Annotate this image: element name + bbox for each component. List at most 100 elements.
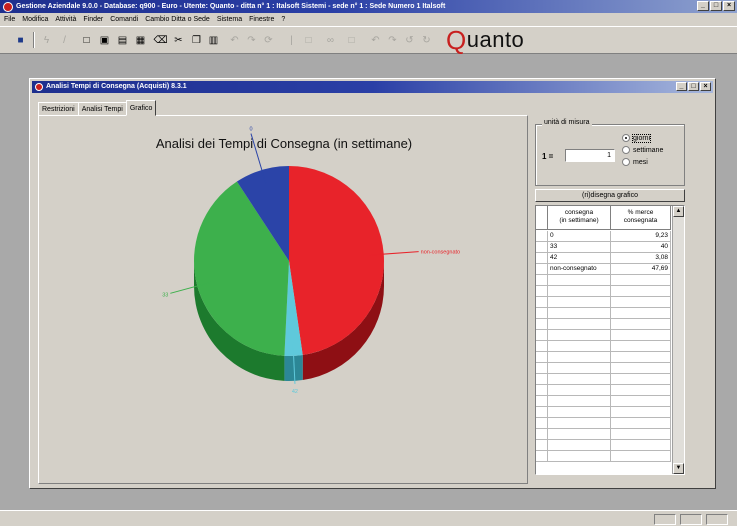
undo-icon[interactable]: ↶ xyxy=(228,34,241,47)
child-close-button[interactable]: × xyxy=(700,82,711,91)
cell-percent[interactable] xyxy=(611,363,671,374)
table-row[interactable]: non-consegnato 47,69 xyxy=(536,264,671,275)
radio-mesi[interactable]: mesi xyxy=(622,158,648,166)
table-row[interactable] xyxy=(536,407,671,418)
cell-consegna[interactable] xyxy=(548,418,611,429)
cell-percent[interactable] xyxy=(611,451,671,462)
table-row[interactable] xyxy=(536,396,671,407)
cell-percent[interactable] xyxy=(611,319,671,330)
cell-percent[interactable] xyxy=(611,352,671,363)
lightning-icon[interactable]: ϟ xyxy=(40,34,53,47)
cell-percent[interactable] xyxy=(611,407,671,418)
copy-icon[interactable]: ❐ xyxy=(190,34,203,47)
row-selector[interactable] xyxy=(536,363,548,374)
table-row[interactable] xyxy=(536,418,671,429)
table-row[interactable] xyxy=(536,286,671,297)
cell-consegna[interactable]: 33 xyxy=(548,242,611,253)
redraw-chart-button[interactable]: (ri)disegna grafico xyxy=(535,189,685,202)
table-row[interactable] xyxy=(536,429,671,440)
table-row[interactable] xyxy=(536,374,671,385)
print-icon[interactable]: ▣ xyxy=(98,34,111,47)
tab-grafico[interactable]: Grafico xyxy=(125,100,157,116)
row-selector[interactable] xyxy=(536,385,548,396)
row-selector[interactable] xyxy=(536,264,548,275)
cell-consegna[interactable]: 42 xyxy=(548,253,611,264)
cell-consegna[interactable] xyxy=(548,330,611,341)
radio-mesi-button[interactable] xyxy=(622,158,630,166)
child-minimize-button[interactable]: _ xyxy=(676,82,687,91)
row-selector[interactable] xyxy=(536,297,548,308)
table-row[interactable]: 0 9,23 xyxy=(536,231,671,242)
cell-percent[interactable] xyxy=(611,330,671,341)
cell-consegna[interactable] xyxy=(548,385,611,396)
save-icon[interactable]: ▦ xyxy=(134,34,147,47)
cell-consegna[interactable] xyxy=(548,275,611,286)
table-row[interactable] xyxy=(536,308,671,319)
table-row[interactable] xyxy=(536,451,671,462)
radio-giorni-button[interactable] xyxy=(622,134,630,142)
cut-icon[interactable]: ✂ xyxy=(172,34,185,47)
tab-analisi-tempi[interactable]: Analisi Tempi xyxy=(77,102,127,116)
menu-comandi[interactable]: Comandi xyxy=(110,16,138,23)
cell-consegna[interactable] xyxy=(548,319,611,330)
column-header-percent[interactable]: % merce consegnata xyxy=(611,206,671,230)
row-selector[interactable] xyxy=(536,308,548,319)
cell-consegna[interactable] xyxy=(548,308,611,319)
table-row[interactable] xyxy=(536,341,671,352)
analysis-window-title-bar[interactable]: Analisi Tempi di Consegna (Acquisti) 8.3… xyxy=(32,81,713,93)
cell-consegna[interactable] xyxy=(548,396,611,407)
cell-consegna[interactable] xyxy=(548,407,611,418)
row-selector[interactable] xyxy=(536,253,548,264)
radio-settimane-button[interactable] xyxy=(622,146,630,154)
back-icon[interactable]: ↶ xyxy=(369,34,382,47)
tab-restrizioni[interactable]: Restrizioni xyxy=(38,102,79,116)
cell-percent[interactable] xyxy=(611,429,671,440)
cell-consegna[interactable] xyxy=(548,341,611,352)
row-selector[interactable] xyxy=(536,418,548,429)
menu-attivita[interactable]: Attività xyxy=(55,16,76,23)
row-selector[interactable] xyxy=(536,352,548,363)
binoculars-icon[interactable]: ∞ xyxy=(324,34,337,47)
first-icon[interactable]: | xyxy=(285,34,298,47)
refresh-icon[interactable]: ⟳ xyxy=(262,34,275,47)
cell-percent[interactable] xyxy=(611,385,671,396)
cell-percent[interactable] xyxy=(611,418,671,429)
uom-value-input[interactable]: 1 xyxy=(565,149,615,162)
cell-consegna[interactable] xyxy=(548,352,611,363)
stop-icon[interactable]: ↻ xyxy=(420,34,433,47)
paste-icon[interactable]: ▥ xyxy=(207,34,220,47)
cell-percent[interactable] xyxy=(611,374,671,385)
delete-icon[interactable]: ⌫ xyxy=(153,34,167,47)
cell-percent[interactable] xyxy=(611,275,671,286)
row-selector[interactable] xyxy=(536,451,548,462)
cell-consegna[interactable]: 0 xyxy=(548,231,611,242)
row-selector[interactable] xyxy=(536,242,548,253)
row-selector[interactable] xyxy=(536,341,548,352)
menu-modifica[interactable]: Modifica xyxy=(22,16,48,23)
maximize-button[interactable]: □ xyxy=(710,1,722,11)
print-preview-icon[interactable]: ▤ xyxy=(116,34,129,47)
row-selector[interactable] xyxy=(536,440,548,451)
column-header-consegna[interactable]: consegna (in settimane) xyxy=(548,206,611,230)
forward-icon[interactable]: ↷ xyxy=(386,34,399,47)
home-icon[interactable]: ↺ xyxy=(403,34,416,47)
cell-percent[interactable]: 3,08 xyxy=(611,253,671,264)
cell-percent[interactable] xyxy=(611,286,671,297)
table-row[interactable] xyxy=(536,330,671,341)
table-row[interactable] xyxy=(536,297,671,308)
cell-consegna[interactable] xyxy=(548,429,611,440)
cell-consegna[interactable] xyxy=(548,297,611,308)
cell-percent[interactable]: 47,69 xyxy=(611,264,671,275)
menu-finestre[interactable]: Finestre xyxy=(249,16,274,23)
cell-percent[interactable] xyxy=(611,440,671,451)
cell-consegna[interactable] xyxy=(548,363,611,374)
last-icon[interactable]: □ xyxy=(302,34,315,47)
menu-sistema[interactable]: Sistema xyxy=(217,16,242,23)
radio-giorni[interactable]: giorni xyxy=(622,133,652,143)
table-row[interactable] xyxy=(536,385,671,396)
table-row[interactable] xyxy=(536,440,671,451)
row-selector[interactable] xyxy=(536,330,548,341)
row-selector[interactable] xyxy=(536,407,548,418)
cell-consegna[interactable] xyxy=(548,451,611,462)
table-row[interactable]: 42 3,08 xyxy=(536,253,671,264)
